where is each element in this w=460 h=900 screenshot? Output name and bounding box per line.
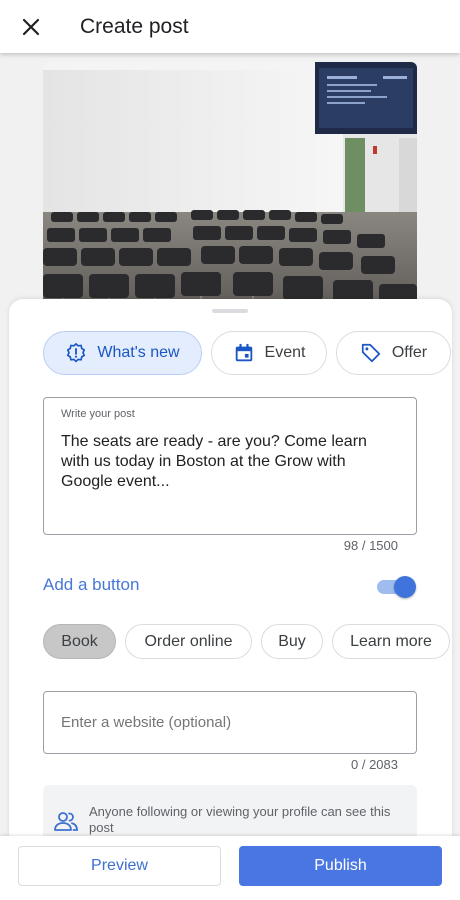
post-type-label: Event — [264, 344, 306, 361]
action-chip-buy[interactable]: Buy — [261, 624, 323, 659]
add-button-label: Add a button — [43, 575, 140, 594]
visibility-info: Anyone following or viewing your profile… — [43, 785, 417, 841]
preview-button[interactable]: Preview — [18, 846, 221, 886]
action-chip-label: Learn more — [350, 632, 432, 650]
close-button[interactable] — [0, 0, 62, 53]
post-type-label: What's new — [97, 344, 180, 361]
post-type-event[interactable]: Event — [211, 331, 327, 375]
close-icon — [22, 18, 40, 35]
page-title: Create post — [80, 14, 189, 38]
post-type-whats-new[interactable]: What's new — [43, 331, 202, 375]
post-type-label: Offer — [391, 344, 428, 361]
action-chip-order-online[interactable]: Order online — [125, 624, 252, 659]
post-type-offer[interactable]: Offer — [336, 331, 451, 375]
post-char-counter: 98 / 1500 — [343, 538, 398, 553]
post-editor-sheet: What's new Event Offer Write your post T… — [9, 299, 452, 859]
action-chip-label: Buy — [278, 632, 306, 650]
website-char-counter: 0 / 2083 — [351, 757, 398, 772]
tag-icon — [361, 343, 380, 363]
people-icon — [54, 812, 78, 831]
drag-handle[interactable] — [212, 309, 248, 313]
visibility-info-text: Anyone following or viewing your profile… — [89, 804, 391, 835]
post-photo[interactable] — [43, 62, 417, 312]
publish-button[interactable]: Publish — [239, 846, 442, 886]
post-text-value: The seats are ready - are you? Come lear… — [61, 433, 367, 490]
action-chip-label: Book — [61, 632, 98, 650]
post-field-label: Write your post — [61, 408, 135, 420]
website-field[interactable]: Enter a website (optional) — [43, 691, 417, 754]
website-placeholder: Enter a website (optional) — [61, 714, 232, 731]
calendar-icon — [235, 343, 252, 362]
whats-new-icon — [67, 343, 86, 363]
app-bar: Create post — [0, 0, 460, 53]
toggle-knob — [394, 576, 416, 598]
action-chip-book[interactable]: Book — [43, 624, 116, 659]
post-text-field[interactable]: Write your post The seats are ready - ar… — [43, 397, 417, 535]
action-chip-learn-more[interactable]: Learn more — [332, 624, 450, 659]
add-button-toggle[interactable] — [375, 575, 417, 599]
action-chip-label: Order online — [144, 632, 233, 650]
classroom-image — [43, 62, 417, 312]
bottom-action-bar: Preview Publish — [0, 836, 460, 900]
